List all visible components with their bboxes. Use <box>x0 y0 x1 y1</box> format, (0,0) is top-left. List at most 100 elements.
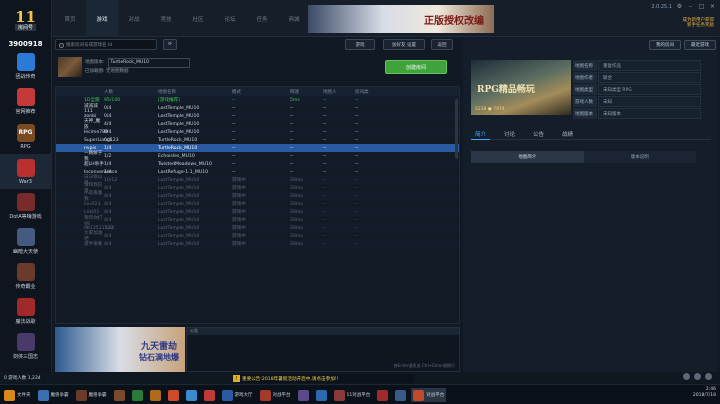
table-row[interactable]: nvpis 1/4 TurtleRock_MU10 -- -- -- -- <box>56 144 459 152</box>
nav-tab[interactable]: 游戏 <box>86 0 118 37</box>
sidebar-item[interactable]: RPG RPG <box>0 119 51 154</box>
table-row[interactable]: 我和你打gg 4/4 LostTemple_MU10 游戏中 20ms -- -- <box>56 216 459 226</box>
detail-tab[interactable]: 简介 <box>471 128 491 140</box>
taskbar-app[interactable] <box>393 388 408 402</box>
map-select[interactable]: TurtleRock_MU10 <box>107 58 190 68</box>
taskbar-app[interactable]: 对战平台 <box>411 388 447 402</box>
back-button[interactable]: 返回 <box>431 39 453 50</box>
minimize-icon[interactable]: – <box>687 3 694 10</box>
tray-icon[interactable] <box>705 373 712 380</box>
game-icon <box>16 158 35 177</box>
taskbar-app[interactable] <box>148 388 163 402</box>
taskbar-app[interactable]: 对战平台 <box>258 388 293 402</box>
tray-icon[interactable] <box>683 373 690 380</box>
taskbar-app[interactable]: 魔兽争霸 <box>74 388 109 402</box>
app-icon <box>37 389 49 401</box>
window-controls: 2.0.25.1 ⚙ – □ × <box>651 3 716 10</box>
table-cell: LostTemple_MU10 <box>158 113 200 119</box>
notice-bar[interactable]: ! 重要公告:2018年暑假活动开启中,请点击参加!! <box>232 374 414 383</box>
nav-tab[interactable]: 社区 <box>182 0 214 37</box>
taskbar-app[interactable] <box>296 388 311 402</box>
add-friend-button[interactable]: 加好友 设置 <box>383 39 425 50</box>
table-row[interactable]: 大家加油吧 4/4 LostTemple_MU10 游戏中 20ms -- -- <box>56 231 459 242</box>
sidebar-item[interactable]: 魔法战歌 <box>0 294 51 329</box>
nav-tab[interactable]: 竞技 <box>150 0 182 37</box>
table-row[interactable]: 白日依山尽 10/12 LostTemple_MU10 游戏中 20ms -- -- <box>56 175 459 186</box>
table-cell: -- <box>232 97 236 103</box>
table-row[interactable]: 一路解于我 1/2 Echoisles_MU10 -- -- -- -- <box>56 151 459 162</box>
close-icon[interactable]: × <box>709 3 716 10</box>
nav-tab[interactable]: 对战 <box>118 0 150 37</box>
game-button[interactable]: 游戏 <box>345 39 375 50</box>
taskbar-app[interactable] <box>184 388 199 402</box>
taskbar-app[interactable]: 文件夹 <box>2 388 33 402</box>
sidebar-item[interactable]: 剑侠三国志 <box>0 329 51 364</box>
promo-text[interactable]: 成为新用户获得 新手任务奖励 <box>683 18 715 28</box>
detail-tab[interactable]: 讨论 <box>500 128 519 140</box>
taskbar-app[interactable] <box>130 388 145 402</box>
table-row[interactable]: 天神_魔族 4/4 LostTemple_MU10 -- -- -- -- <box>56 119 459 130</box>
nav-tab[interactable]: 任务 <box>246 0 278 37</box>
table-cell: -- <box>323 193 327 199</box>
recent-games-button[interactable]: 最近游戏 <box>684 40 716 50</box>
detail-subtab[interactable]: 版本说明 <box>583 151 696 163</box>
sidebar-item[interactable]: War3 <box>0 154 51 189</box>
top-banner[interactable]: 正版授权改编 <box>308 5 494 33</box>
detail-tab[interactable]: 公告 <box>529 128 548 140</box>
column-header[interactable]: 房间类 <box>355 89 395 95</box>
refresh-button[interactable]: ⟳ <box>163 39 177 50</box>
taskbar-app[interactable] <box>375 388 390 402</box>
column-header[interactable]: 地图名称 <box>158 89 232 95</box>
column-header[interactable]: 地图人 <box>323 89 355 95</box>
table-cell: 20ms <box>290 217 303 223</box>
taskbar-app[interactable] <box>112 388 127 402</box>
table-row[interactable]: Lnkl01 4/4 LostTemple_MU10 游戏中 20ms -- -- <box>56 208 459 216</box>
table-row[interactable]: 请和我较量 4/4 LostTemple_MU10 游戏中 20ms -- -- <box>56 183 459 194</box>
nav-tab[interactable]: 首页 <box>54 0 86 37</box>
column-header[interactable]: 人数 <box>104 89 158 95</box>
taskbar-app[interactable]: 魔兽争霸 <box>36 388 71 402</box>
column-header[interactable]: 模式 <box>232 89 290 95</box>
table-row[interactable]: lecime789 0/4 LostTemple_MU10 -- -- -- -- <box>56 128 459 136</box>
table-row[interactable]: 超LH杀手 1/4 TwistedMeadows_MU10 -- -- -- -- <box>56 160 459 168</box>
taskbar-app[interactable] <box>202 388 217 402</box>
table-row[interactable]: 夜半来看 4/4 LostTemple_MU10 游戏中 20ms -- -- <box>56 240 459 248</box>
sidebar-item-label: 剑侠三国志 <box>12 354 38 360</box>
table-row[interactable]: lios923 4/4 LostTemple_MU10 游戏中 20ms -- -- <box>56 200 459 208</box>
table-row[interactable]: 减减减111 0/4 LostTemple_MU10 -- -- -- -- <box>56 104 459 114</box>
column-header[interactable]: 网速 <box>290 89 323 95</box>
detail-subtab[interactable]: 地图简介 <box>471 151 584 163</box>
game-image[interactable]: RPG精品畅玩 2238 ● 7974 <box>471 60 571 115</box>
table-cell: -- <box>232 113 236 119</box>
app-icon <box>75 389 87 401</box>
sidebar-item[interactable]: 传奇霸业 <box>0 259 51 294</box>
chat-box[interactable]: 公告 按Enter键发送 Ctrl+Enter键换行 <box>186 327 460 372</box>
sidebar-item[interactable]: 团战传奇 <box>0 49 51 84</box>
taskbar-app[interactable]: 游戏大厅 <box>220 388 255 402</box>
nav-tab[interactable]: 商城 <box>278 0 310 37</box>
app-logo[interactable]: 11 房间号 <box>0 0 51 40</box>
taskbar-app[interactable] <box>314 388 329 402</box>
taskbar-app[interactable]: 11对战平台 <box>332 388 373 402</box>
my-room-button[interactable]: 我的房间 <box>649 40 681 50</box>
scrollbar[interactable] <box>455 99 458 159</box>
create-room-button[interactable]: 创建房间 <box>385 60 447 74</box>
nav-tab[interactable]: 论坛 <box>214 0 246 37</box>
sidebar-item[interactable]: 幽暗大天使 <box>0 224 51 259</box>
table-row[interactable]: 小黑看着我 4/4 LostTemple_MU10 游戏中 20ms -- -- <box>56 191 459 202</box>
table-row[interactable]: Inconvenience 1/4 LastRefuge-1.1_MU10 -- -- -… <box>56 168 459 176</box>
detail-tab[interactable]: 战绩 <box>558 128 577 140</box>
search-input[interactable]: 搜索房间号或游戏名 Id <box>55 39 157 50</box>
table-row[interactable]: SuperLiang123 0/4 TurtleRock_MU10 -- -- -- -- <box>56 136 459 144</box>
ad-banner[interactable]: 九天雷劫 钻石满地爆 <box>55 327 185 372</box>
sidebar-item[interactable]: DotA等嗨游戏 <box>0 189 51 224</box>
gear-icon[interactable]: ⚙ <box>676 3 683 10</box>
taskbar-app[interactable] <box>166 388 181 402</box>
tray-icon[interactable] <box>694 373 701 380</box>
table-row[interactable]: 9K12511122 7/12 LostTemple_MU10 游戏中 20ms -- -- <box>56 224 459 232</box>
table-row[interactable]: zonbi 0/4 LostTemple_MU10 -- -- -- -- <box>56 112 459 120</box>
table-row[interactable]: 1D全服 95/100 [游戏推荐] -- 5ms -- -- <box>56 96 459 104</box>
maximize-icon[interactable]: □ <box>698 3 705 10</box>
sidebar-item[interactable]: 官网推荐 <box>0 84 51 119</box>
table-cell: -- <box>355 241 359 247</box>
